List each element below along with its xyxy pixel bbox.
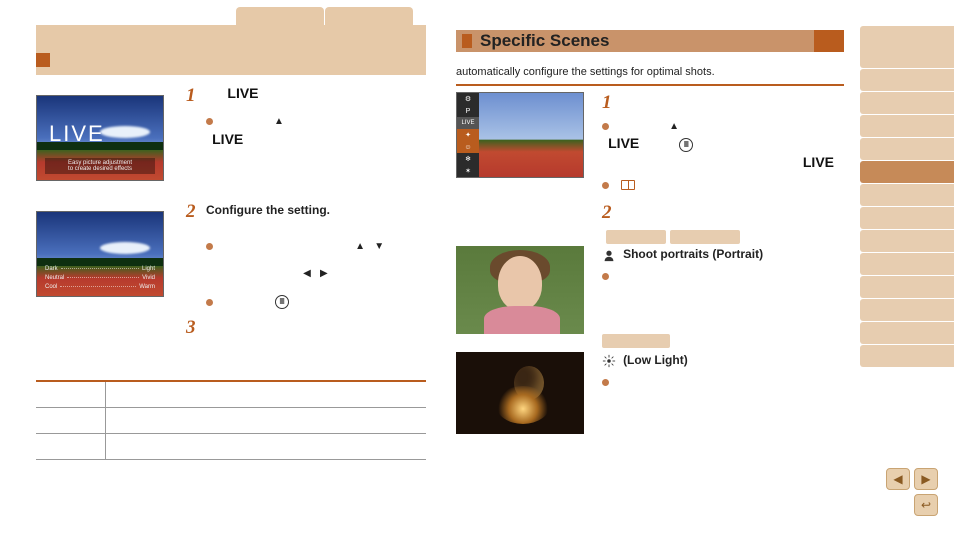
sidebar-tab[interactable] bbox=[860, 69, 954, 91]
right-heading-title: Specific Scenes bbox=[480, 31, 609, 51]
arrow-up-icon: ▲ bbox=[274, 116, 284, 127]
bullet-icon bbox=[602, 379, 609, 386]
sidebar-tab[interactable] bbox=[860, 253, 954, 275]
left-tab-a bbox=[236, 7, 324, 29]
sidebar-tab[interactable] bbox=[860, 92, 954, 114]
sidebar-tab[interactable] bbox=[860, 115, 954, 137]
divider bbox=[456, 84, 844, 86]
arrow-left-icon: ◀ bbox=[303, 268, 311, 279]
nav-prev-button[interactable]: ◀ bbox=[886, 468, 910, 490]
step-1-number-r: 1 bbox=[602, 92, 612, 113]
sidebar-tab[interactable] bbox=[860, 322, 954, 344]
camera-screenshot-sliders: DarkLight NeutralVivid CoolWarm bbox=[36, 211, 164, 297]
portrait-mode-icon bbox=[602, 248, 616, 262]
bullet-icon bbox=[602, 273, 609, 280]
bullet-icon bbox=[206, 118, 213, 125]
settings-table bbox=[36, 380, 426, 460]
step-2-number-r: 2 bbox=[602, 202, 612, 223]
right-page: Specific Scenes automatically configure … bbox=[456, 30, 844, 434]
portrait-mode-title: Shoot portraits (Portrait) bbox=[623, 247, 763, 261]
left-tab-b bbox=[325, 7, 413, 29]
func-set-icon: ䷀ bbox=[679, 138, 693, 152]
bullet-icon bbox=[602, 123, 609, 130]
left-heading-marker bbox=[36, 53, 50, 67]
arrow-up-icon: ▲ bbox=[355, 241, 365, 252]
nav-return-button[interactable]: ↩ bbox=[914, 494, 938, 516]
step-3-number: 3 bbox=[186, 317, 196, 339]
step-2-number: 2 bbox=[186, 201, 196, 223]
right-heading-marker bbox=[462, 34, 472, 48]
sidebar-tab-active[interactable] bbox=[860, 161, 954, 183]
live-label-r1: LIVE bbox=[608, 135, 639, 151]
manual-ref-icon bbox=[621, 180, 635, 190]
lowlight-mode-title: (Low Light) bbox=[623, 353, 688, 367]
left-heading-bar bbox=[36, 25, 426, 75]
camera-screenshot-menu: ⚙PLIVE✦☺❄✶ bbox=[456, 92, 584, 178]
sidebar-tab[interactable] bbox=[860, 276, 954, 298]
return-icon: ↩ bbox=[921, 498, 931, 512]
sidebar-tab[interactable] bbox=[860, 230, 954, 252]
sidebar-tab[interactable] bbox=[860, 138, 954, 160]
camera-screenshot-live: LIVE Easy picture adjustment to create d… bbox=[36, 95, 164, 181]
sidebar-tab[interactable] bbox=[860, 184, 954, 206]
left-page: LIVE Easy picture adjustment to create d… bbox=[36, 25, 426, 317]
arrow-down-icon: ▼ bbox=[374, 241, 384, 252]
right-subtitle: automatically configure the settings for… bbox=[456, 66, 844, 78]
nav-next-button[interactable]: ▶ bbox=[914, 468, 938, 490]
func-set-icon: ䷀ bbox=[275, 295, 289, 309]
bullet-icon bbox=[602, 182, 609, 189]
step-2-title: Configure the setting. bbox=[206, 201, 426, 219]
mode-tab-single bbox=[602, 334, 670, 348]
sidebar-tab[interactable] bbox=[860, 207, 954, 229]
step-1-number: 1 bbox=[186, 85, 196, 107]
sample-lowlight-image bbox=[456, 352, 584, 434]
right-sidebar-tabs bbox=[860, 26, 954, 368]
live-overlay-subtitle: Easy picture adjustment to create desire… bbox=[45, 158, 155, 174]
mode-tabs bbox=[606, 230, 844, 244]
page-nav: ◀ ▶ ↩ bbox=[886, 468, 938, 516]
live-mode-label-2: LIVE bbox=[212, 131, 243, 147]
sidebar-tab[interactable] bbox=[860, 345, 954, 367]
live-mode-label: LIVE bbox=[227, 85, 258, 101]
sidebar-tab[interactable] bbox=[860, 26, 954, 68]
right-heading-bar: Specific Scenes bbox=[456, 30, 844, 52]
arrow-left-icon: ◀ bbox=[893, 472, 902, 486]
sample-portrait-image bbox=[456, 246, 584, 334]
sidebar-tab[interactable] bbox=[860, 299, 954, 321]
live-label-r2: LIVE bbox=[803, 154, 834, 170]
arrow-right-icon: ▶ bbox=[320, 268, 328, 279]
bullet-icon bbox=[206, 299, 213, 306]
arrow-right-icon: ▶ bbox=[921, 472, 930, 486]
bullet-icon bbox=[206, 243, 213, 250]
live-overlay-text: LIVE bbox=[49, 121, 105, 147]
arrow-up-icon: ▲ bbox=[669, 121, 679, 132]
lowlight-mode-icon bbox=[602, 354, 616, 368]
